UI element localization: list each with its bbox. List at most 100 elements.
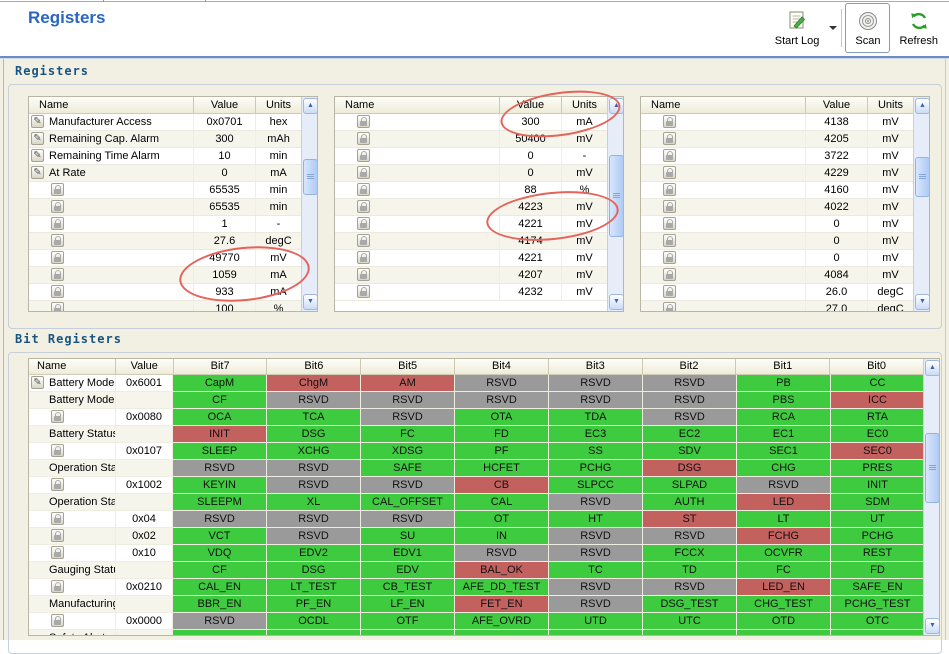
bit-cell: EC0: [830, 426, 924, 442]
toolbar-separator: [841, 9, 843, 47]
register-row[interactable]: Cell 8 Voltage 4205mV: [641, 131, 913, 148]
register-row[interactable]: Cell 12 Voltage 4022mV: [641, 199, 913, 216]
bit-register-name: Manufacturing...: [29, 596, 115, 612]
register-row[interactable]: Temperature 27.6degC: [29, 233, 301, 250]
lock-icon: [357, 132, 370, 145]
register-name-text: Remaining Cap. Alarm: [49, 133, 160, 145]
register-row[interactable]: Ext Avg Cell Voltage 4084mV: [641, 267, 913, 284]
register-row[interactable]: State of Health 88%: [335, 182, 607, 199]
register-name: Cell 12 Voltage: [641, 199, 805, 215]
scroll-up-arrow-icon[interactable]: ▲: [915, 98, 929, 114]
register-row[interactable]: At Rate Time To Full 65535min: [29, 182, 301, 199]
bit-register-name-text: Safety Alert A...: [49, 628, 115, 629]
register-row[interactable]: Cell 10 Voltage 4229mV: [641, 165, 913, 182]
register-row[interactable]: TS1 Temperature 26.0degC: [641, 284, 913, 301]
register-row[interactable]: Cell 14 Voltage 0mV: [641, 233, 913, 250]
register-value: 1059: [193, 267, 255, 283]
bit-cell: RSVD: [548, 545, 642, 561]
scroll-up-arrow-icon[interactable]: ▲: [303, 98, 317, 114]
bit-cell: OCDL: [266, 613, 360, 629]
scrollbar[interactable]: ▲ ▼: [301, 97, 317, 311]
bit-register-name-text: Battery Status...: [49, 428, 115, 440]
register-row[interactable]: At Rate 0mA: [29, 165, 301, 182]
register-row[interactable]: Cell 9 Voltage 3722mV: [641, 148, 913, 165]
column-header: Value: [114, 359, 173, 374]
scroll-thumb[interactable]: [915, 157, 929, 197]
register-name-text: Charging Current: [355, 129, 439, 130]
page-title: Registers: [28, 8, 106, 27]
bit-cell: RSVD: [360, 511, 454, 527]
register-value: 27.0: [805, 301, 867, 311]
register-row[interactable]: At Rate Time To Empty 65535min: [29, 199, 301, 216]
scroll-down-arrow-icon[interactable]: ▼: [915, 294, 929, 310]
bit-register-row[interactable]: Operation Stat...0x1002KEYINRSVDRSVDCBSL…: [29, 477, 939, 494]
bit-register-row[interactable]: Temp Range0x04RSVDRSVDRSVDOTHTSTLTUT: [29, 511, 939, 528]
register-row[interactable]: Cell 11 Voltage 4160mV: [641, 182, 913, 199]
scroll-thumb[interactable]: [925, 433, 939, 503]
register-row[interactable]: Cell 2 Voltage 4221mV: [335, 216, 607, 233]
scroll-thumb[interactable]: [303, 159, 317, 195]
bit-register-row[interactable]: Operation Stat... SLEEPMXLCAL_OFFSETCALRS…: [29, 494, 939, 511]
start-log-dropdown-arrow[interactable]: [829, 26, 838, 30]
bit-register-row[interactable]: Safety Alert A...0x0000RSVDOCDLOTFAFE_OV…: [29, 613, 939, 630]
register-name-text: Cell 14 Voltage: [661, 248, 735, 249]
scroll-up-arrow-icon[interactable]: ▲: [925, 360, 939, 376]
register-row[interactable]: Cell 1 Voltage 4223mV: [335, 199, 607, 216]
lock-icon: [663, 132, 676, 145]
scroll-down-arrow-icon[interactable]: ▼: [925, 618, 939, 634]
bit-cell: CB: [454, 477, 548, 493]
bit-cell: VDQ: [172, 545, 266, 561]
bit-register-row[interactable]: Safety Alert...: [29, 630, 939, 635]
bit-register-row[interactable]: Battery Status...0x0080OCATCARSVDOTATDAR…: [29, 409, 939, 426]
refresh-button[interactable]: Refresh: [890, 3, 947, 53]
scroll-up-arrow-icon[interactable]: ▲: [609, 98, 623, 114]
scroll-down-arrow-icon[interactable]: ▼: [303, 294, 317, 310]
bit-register-row[interactable]: Manufacturing...0x0210CAL_ENLT_TESTCB_TE…: [29, 579, 939, 596]
register-row[interactable]: Cell 7 Voltage 4138mV: [641, 114, 913, 131]
scrollbar[interactable]: ▲ ▼: [607, 97, 623, 311]
register-row[interactable]: Current 1059mA: [29, 267, 301, 284]
register-row[interactable]: Voltage 49770mV: [29, 250, 301, 267]
register-row[interactable]: Cell 15 Voltage 0mV: [641, 250, 913, 267]
bit-register-row[interactable]: Battery Status... INITDSGFCFDEC3EC2EC1EC0: [29, 426, 939, 443]
bit-register-row[interactable]: Manufacturing... BBR_ENPF_ENLF_ENFET_ENRS…: [29, 596, 939, 613]
register-row[interactable]: At Rate OK 1-: [29, 216, 301, 233]
bit-cell: RSVD: [172, 460, 266, 476]
bit-register-row[interactable]: Gauging Statu... CFDSGEDVBAL_OKTCTDFCFD: [29, 562, 939, 579]
register-row[interactable]: Cycle Count 0-: [335, 148, 607, 165]
register-row[interactable]: Pending EDV 0mV: [335, 165, 607, 182]
scroll-thumb[interactable]: [609, 155, 623, 237]
bit-register-row[interactable]: Battery Mode ...CFRSVDRSVDRSVDRSVDRSVDPB…: [29, 392, 939, 409]
bit-cell: LT_TEST: [266, 579, 360, 595]
bit-cell: OTD: [736, 613, 830, 629]
register-row[interactable]: Remaining Time Alarm 10min: [29, 148, 301, 165]
register-row[interactable]: Cell 5 Voltage 4207mV: [335, 267, 607, 284]
bit-register-row[interactable]: Battery Mode ...0x6001CapMChgMAMRSVDRSVD…: [29, 375, 939, 392]
bit-cell: REST: [830, 545, 924, 561]
register-row[interactable]: Manufacturer Access 0x0701hex: [29, 114, 301, 131]
register-row[interactable]: Max Error100%: [29, 301, 301, 311]
register-row[interactable]: Charging Voltage 50400mV: [335, 131, 607, 148]
register-row[interactable]: Charging Current 300mA: [335, 114, 607, 131]
bit-register-row[interactable]: Charging Status0x02VCTRSVDSUINRSVDRSVDFC…: [29, 528, 939, 545]
bit-register-row[interactable]: Operation Stat...RSVDRSVDSAFEHCFETPCHGDS…: [29, 460, 939, 477]
start-log-button[interactable]: Start Log: [766, 3, 829, 53]
scrollbar[interactable]: ▲ ▼: [913, 97, 929, 311]
scan-button[interactable]: Scan: [845, 3, 891, 53]
register-row[interactable]: Cell 3 Voltage 4174mV: [335, 233, 607, 250]
bit-register-row[interactable]: Gauging Statu...0x10VDQEDV2EDV1RSVDRSVDF…: [29, 545, 939, 562]
register-row[interactable]: Cell 6 Voltage 4232mV: [335, 284, 607, 301]
bit-cell: PRES: [830, 460, 924, 476]
scrollbar[interactable]: ▲ ▼: [923, 359, 939, 635]
register-row[interactable]: TS2 Temperature27.0degC: [641, 301, 913, 311]
register-row[interactable]: Average Current 933mA: [29, 284, 301, 301]
scroll-down-arrow-icon[interactable]: ▼: [609, 294, 623, 310]
register-row[interactable]: Remaining Cap. Alarm 300mAh: [29, 131, 301, 148]
register-row[interactable]: Cell 13 Voltage 0mV: [641, 216, 913, 233]
bit-register-value: [115, 494, 172, 510]
bit-register-name-text: Temp Range: [49, 526, 111, 527]
register-units: mV: [561, 284, 607, 300]
bit-register-row[interactable]: Operation Stat...0x0107SLEEPXCHGXDSGPFSS…: [29, 443, 939, 460]
bit-cell: OTF: [360, 613, 454, 629]
register-row[interactable]: Cell 4 Voltage 4221mV: [335, 250, 607, 267]
